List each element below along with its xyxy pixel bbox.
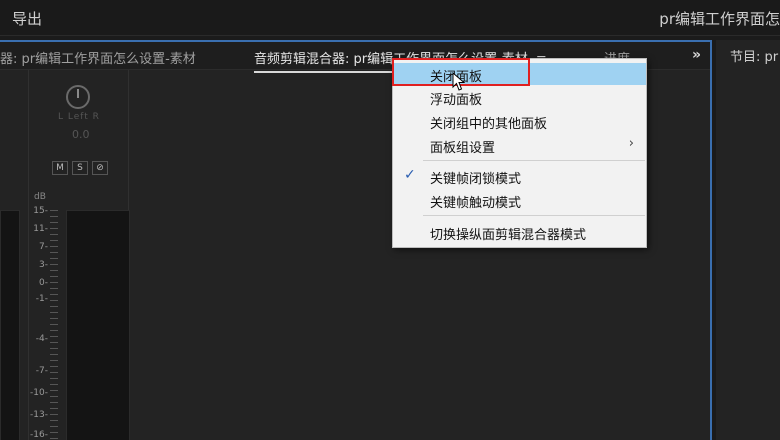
panel-context-menu: 关闭面板 浮动面板 关闭组中的其他面板 面板组设置 › ✓ 关键帧闭锁模式 关键…: [392, 58, 647, 248]
more-tabs-icon[interactable]: »: [692, 47, 701, 63]
record-button[interactable]: ⊘: [92, 161, 108, 175]
db-tick: -13-: [30, 410, 48, 420]
menu-item-label: 切换操纵面剪辑混合器模式: [430, 228, 587, 243]
export-menu[interactable]: 导出: [12, 8, 42, 29]
menu-item-toggle-control-surface-mode[interactable]: 切换操纵面剪辑混合器模式: [393, 221, 646, 243]
db-tick: 11-: [33, 224, 48, 234]
tab-clip-mixer-partial[interactable]: 器: pr编辑工作界面怎么设置-素材: [0, 48, 196, 67]
top-bar: 导出 pr编辑工作界面怎: [0, 0, 780, 36]
window-title: pr编辑工作界面怎: [659, 10, 780, 28]
menu-item-label: 关键帧触动模式: [430, 196, 522, 211]
menu-separator: [423, 160, 645, 161]
solo-button[interactable]: S: [72, 161, 88, 175]
pan-value[interactable]: 0.0: [72, 128, 90, 141]
menu-item-label: 面板组设置: [430, 141, 496, 156]
db-tick: -16-: [30, 430, 48, 440]
db-tick: 0-: [39, 278, 48, 288]
menu-separator: [423, 215, 645, 216]
db-tick: 15-: [33, 206, 48, 216]
level-meter-left: [0, 210, 20, 440]
db-label: dB: [34, 192, 46, 202]
menu-item-label: 关键帧闭锁模式: [430, 172, 522, 187]
strip-divider: [28, 70, 29, 440]
pan-lr-label: L Left R: [58, 112, 100, 122]
menu-item-keyframe-latch-mode[interactable]: ✓ 关键帧闭锁模式: [393, 165, 646, 187]
menu-item-keyframe-touch-mode[interactable]: 关键帧触动模式: [393, 189, 646, 211]
db-tick: -10-: [30, 388, 48, 398]
submenu-arrow-icon: ›: [628, 136, 634, 151]
db-tick: 7-: [39, 242, 48, 252]
menu-item-close-other-panels[interactable]: 关闭组中的其他面板: [393, 110, 646, 132]
tab-program-monitor[interactable]: 节目: pr: [730, 46, 778, 65]
menu-item-panel-group-settings[interactable]: 面板组设置 ›: [393, 134, 646, 156]
volume-fader-track[interactable]: [66, 210, 130, 440]
db-tick: 3-: [39, 260, 48, 270]
db-tick: -1-: [35, 294, 48, 304]
menu-item-label: 关闭组中的其他面板: [430, 117, 548, 132]
meter-scale: [50, 210, 58, 440]
program-monitor-panel: 节目: pr: [716, 40, 780, 440]
db-tick: -4-: [35, 334, 48, 344]
db-tick: -7-: [35, 366, 48, 376]
menu-item-float-panel[interactable]: 浮动面板: [393, 86, 646, 108]
pan-knob-icon[interactable]: [66, 85, 90, 109]
checkmark-icon: ✓: [404, 167, 416, 183]
mute-button[interactable]: M: [52, 161, 68, 175]
